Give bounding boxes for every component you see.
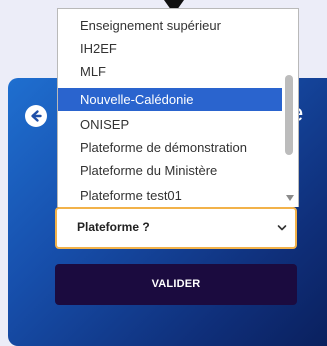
back-button[interactable]	[25, 105, 47, 127]
select-value: Plateforme ?	[77, 220, 150, 234]
option-mlf[interactable]: MLF	[58, 60, 282, 83]
platform-listbox[interactable]: Enseignement supérieur IH2EF MLF Nouvell…	[57, 8, 299, 207]
option-nouvelle-caledonie[interactable]: Nouvelle-Calédonie	[58, 88, 282, 111]
scroll-down-arrow-icon[interactable]	[286, 195, 294, 201]
arrow-left-icon	[31, 110, 42, 122]
platform-select[interactable]: Plateforme ?	[55, 207, 297, 249]
option-ih2ef[interactable]: IH2EF	[58, 37, 282, 60]
option-plateforme-demonstration[interactable]: Plateforme de démonstration	[58, 136, 282, 159]
listbox-scrollbar[interactable]	[282, 9, 298, 207]
chevron-down-icon	[277, 225, 287, 231]
scrollbar-thumb[interactable]	[285, 75, 293, 155]
option-plateforme-ministere[interactable]: Plateforme du Ministère	[58, 159, 282, 182]
option-onisep[interactable]: ONISEP	[58, 113, 282, 136]
submit-button[interactable]: VALIDER	[55, 264, 297, 305]
option-plateforme-test01[interactable]: Plateforme test01	[58, 184, 282, 207]
option-enseignement-superieur[interactable]: Enseignement supérieur	[58, 14, 282, 37]
